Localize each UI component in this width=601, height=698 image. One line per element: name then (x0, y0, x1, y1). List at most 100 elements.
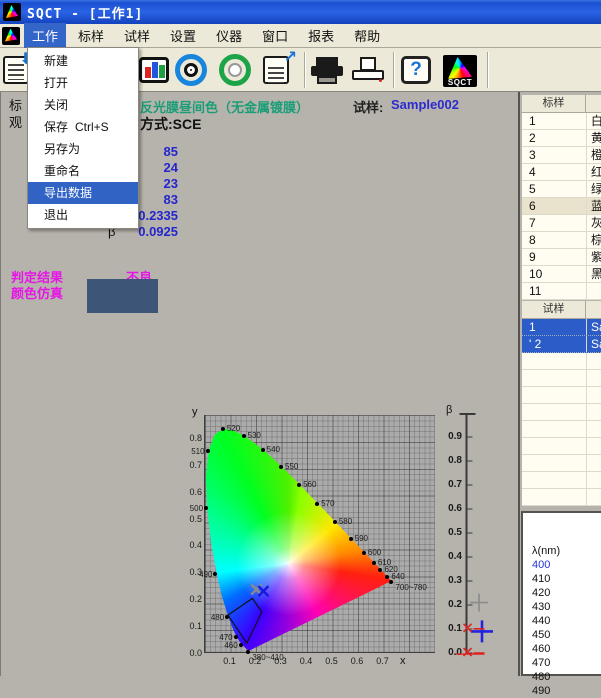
menu-item-新建[interactable]: 新建 (28, 50, 138, 72)
standards-row-2[interactable]: 2黄 (522, 130, 601, 147)
menu-item-保存[interactable]: 保存Ctrl+S (28, 116, 138, 138)
wavelength-header: λ(nm) (532, 544, 601, 558)
x-axis-label: x (400, 655, 406, 667)
spectral-locus-point (206, 449, 210, 453)
samples-empty-row[interactable] (522, 438, 601, 455)
measure-sample-button[interactable] (218, 53, 252, 87)
menubar-item-帮助[interactable]: 帮助 (346, 23, 388, 48)
wavelength-value[interactable]: 480 (532, 670, 601, 684)
standards-row-1[interactable]: 1白 (522, 113, 601, 130)
menu-bar: 工作标样试样设置仪器窗口报表帮助 (0, 24, 601, 48)
menubar-item-工作[interactable]: 工作 (24, 23, 66, 48)
standards-header-cell[interactable]: 标样 (522, 95, 586, 112)
standards-row-3[interactable]: 3橙 (522, 147, 601, 164)
beta-axis-label: β (446, 404, 452, 416)
sample-label: 试样: (353, 97, 383, 116)
wavelength-panel[interactable]: λ(nm) 400410420430440450460470480490 (521, 511, 601, 676)
standards-row-5[interactable]: 5绿 (522, 181, 601, 198)
spectral-locus-point (349, 537, 353, 541)
document-icon[interactable] (2, 27, 20, 45)
work-menu-dropdown: 新建打开关闭保存Ctrl+S另存为重命名导出数据退出 (27, 47, 139, 229)
export-report-button[interactable]: ↗ (261, 53, 295, 87)
standards-table-header[interactable]: 标样 (522, 95, 601, 113)
beta-tick: 0.7 (438, 479, 462, 490)
samples-row-1[interactable]: 1Sample001 (522, 319, 601, 336)
menu-item-退出[interactable]: 退出 (28, 204, 138, 226)
observer-label-clipped: 观 (9, 112, 22, 131)
y-tick: 0.6 (180, 487, 202, 497)
wavelength-value[interactable]: 490 (532, 684, 601, 698)
menu-item-关闭[interactable]: 关闭 (28, 94, 138, 116)
wavelength-label: 640 (391, 572, 404, 581)
standards-row-4[interactable]: 4红 (522, 164, 601, 181)
menubar-item-窗口[interactable]: 窗口 (254, 23, 296, 48)
beta-tick: 0.6 (438, 503, 462, 514)
menu-item-打开[interactable]: 打开 (28, 72, 138, 94)
samples-table-header[interactable]: 试样 (522, 301, 601, 319)
chart-view-button[interactable] (138, 53, 172, 87)
title-bar[interactable]: SQCT - [工作1] (0, 0, 601, 24)
wavelength-value[interactable]: 450 (532, 628, 601, 642)
samples-empty-row[interactable] (522, 404, 601, 421)
menubar-item-报表[interactable]: 报表 (300, 23, 342, 48)
menu-item-重命名[interactable]: 重命名 (28, 160, 138, 182)
cie-horseshoe (205, 415, 435, 652)
y-axis-label: y (192, 406, 198, 418)
standards-row-6[interactable]: 6▪蓝 (522, 198, 601, 215)
beta-tick: 0.8 (438, 455, 462, 466)
standards-row-7[interactable]: 7灰 (522, 215, 601, 232)
samples-empty-row[interactable] (522, 421, 601, 438)
wavelength-value[interactable]: 430 (532, 600, 601, 614)
x-tick: 0.5 (321, 656, 343, 666)
menu-items: 工作标样试样设置仪器窗口报表帮助 (20, 23, 388, 48)
samples-empty-row[interactable] (522, 472, 601, 489)
menubar-item-标样[interactable]: 标样 (70, 23, 112, 48)
samples-empty-row[interactable] (522, 455, 601, 472)
standards-header-cell2[interactable] (586, 95, 601, 112)
menu-item-另存为[interactable]: 另存为 (28, 138, 138, 160)
chromaticity-diagram[interactable] (204, 415, 435, 653)
menubar-item-仪器[interactable]: 仪器 (208, 23, 250, 48)
beta-tick: 0.0 (438, 647, 462, 658)
wavelength-label: 590 (355, 534, 368, 543)
wavelength-value[interactable]: 400 (532, 558, 601, 572)
samples-empty-row[interactable] (522, 489, 601, 506)
spectral-locus-point (372, 561, 376, 565)
sqct-window: SQCT - [工作1] 工作标样试样设置仪器窗口报表帮助 ⬇ ↗ (0, 0, 601, 676)
samples-header-cell2[interactable] (586, 301, 601, 318)
samples-row-2[interactable]: ' 2Sample002 (522, 336, 601, 353)
print-button[interactable] (310, 53, 344, 87)
x-tick: 0.4 (295, 656, 317, 666)
menu-item-导出数据[interactable]: 导出数据 (28, 182, 138, 204)
wavelength-label: 500 (173, 504, 203, 513)
sample-name: Sample002 (391, 97, 459, 112)
sqct-logo-icon: SQCT (443, 55, 477, 87)
measure-standard-button[interactable] (174, 53, 208, 87)
standards-row-10[interactable]: 10黑 (522, 266, 601, 283)
wavelength-value[interactable]: 420 (532, 586, 601, 600)
standards-row-9[interactable]: 9紫 (522, 249, 601, 266)
menubar-item-试样[interactable]: 试样 (116, 23, 158, 48)
help-icon: ? (401, 56, 431, 84)
wavelength-value[interactable]: 460 (532, 642, 601, 656)
spectral-locus-point (315, 502, 319, 506)
menubar-item-设置[interactable]: 设置 (162, 23, 204, 48)
about-sqct-button[interactable]: SQCT (443, 53, 477, 87)
wavelength-label: 580 (339, 517, 352, 526)
wavelength-value[interactable]: 410 (532, 572, 601, 586)
wavelength-value[interactable]: 440 (532, 614, 601, 628)
help-button[interactable]: ? (399, 53, 433, 87)
samples-empty-row[interactable] (522, 387, 601, 404)
standards-row-8[interactable]: 8棕 (522, 232, 601, 249)
samples-empty-row[interactable] (522, 370, 601, 387)
x-tick: 0.6 (346, 656, 368, 666)
samples-header-cell[interactable]: 试样 (522, 301, 586, 318)
standards-row-11[interactable]: 11 (522, 283, 601, 300)
beta-tick: 0.9 (438, 431, 462, 442)
y-tick: 0.7 (180, 460, 202, 470)
print-preview-button[interactable] (351, 53, 385, 87)
samples-empty-row[interactable] (522, 353, 601, 370)
toolbar-separator (304, 52, 306, 88)
wavelength-value[interactable]: 470 (532, 656, 601, 670)
toolbar-separator (487, 52, 489, 88)
